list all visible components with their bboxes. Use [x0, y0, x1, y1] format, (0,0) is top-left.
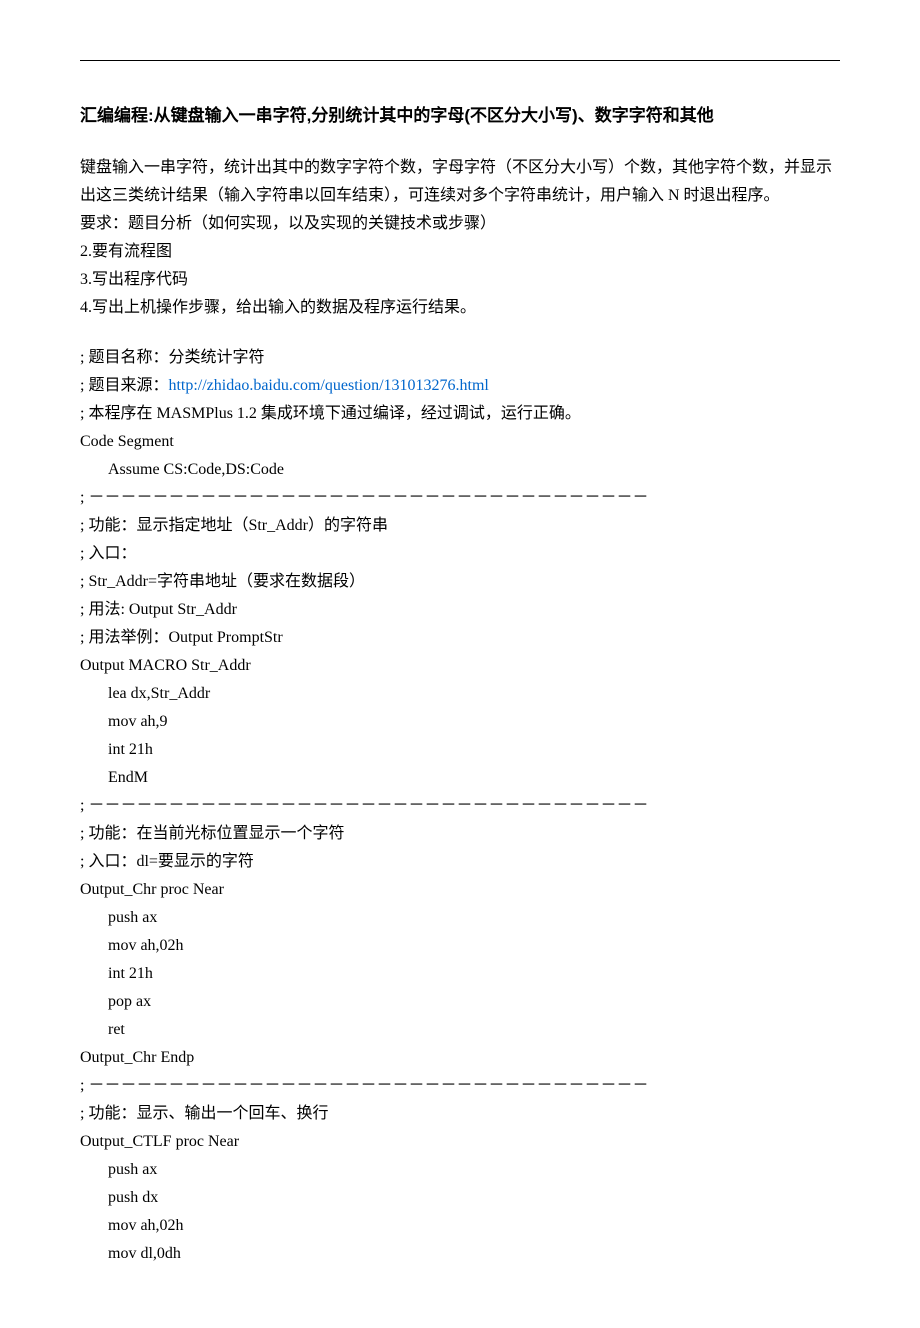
intro-r3: 3.写出程序代码	[80, 266, 840, 294]
intro-r2: 2.要有流程图	[80, 238, 840, 266]
intro-p1: 键盘输入一串字符，统计出其中的数字字符个数，字母字符（不区分大小写）个数，其他字…	[80, 154, 840, 210]
code-line: int 21h	[80, 960, 840, 988]
code-line: ; －－－－－－－－－－－－－－－－－－－－－－－－－－－－－－－－－－－	[80, 1072, 840, 1100]
code-line: push ax	[80, 1156, 840, 1184]
code-line: ; 本程序在 MASMPlus 1.2 集成环境下通过编译，经过调试，运行正确。	[80, 400, 840, 428]
source-link[interactable]: http://zhidao.baidu.com/question/1310132…	[168, 377, 488, 394]
code-line: mov dl,0dh	[80, 1240, 840, 1268]
code-line: ; －－－－－－－－－－－－－－－－－－－－－－－－－－－－－－－－－－－	[80, 792, 840, 820]
code-line: ; 入口：dl=要显示的字符	[80, 848, 840, 876]
code-line: ; 题目来源：http://zhidao.baidu.com/question/…	[80, 372, 840, 400]
code-line: mov ah,02h	[80, 1212, 840, 1240]
code-line: lea dx,Str_Addr	[80, 680, 840, 708]
code-line: ; －－－－－－－－－－－－－－－－－－－－－－－－－－－－－－－－－－－	[80, 484, 840, 512]
code-line: Output_CTLF proc Near	[80, 1128, 840, 1156]
code-line: push dx	[80, 1184, 840, 1212]
code-line: mov ah,02h	[80, 932, 840, 960]
code-line: EndM	[80, 764, 840, 792]
code-line: ; 用法: Output Str_Addr	[80, 596, 840, 624]
code-line: ; 功能：显示指定地址（Str_Addr）的字符串	[80, 512, 840, 540]
code-line: int 21h	[80, 736, 840, 764]
code-line: mov ah,9	[80, 708, 840, 736]
code-line: ; 用法举例：Output PromptStr	[80, 624, 840, 652]
header-rule	[80, 60, 840, 61]
intro-r4: 4.写出上机操作步骤，给出输入的数据及程序运行结果。	[80, 294, 840, 322]
code-line: push ax	[80, 904, 840, 932]
intro-paragraph: 键盘输入一串字符，统计出其中的数字字符个数，字母字符（不区分大小写）个数，其他字…	[80, 154, 840, 322]
code-line: Assume CS:Code,DS:Code	[80, 456, 840, 484]
code-line: ret	[80, 1016, 840, 1044]
code-line: ; 题目名称：分类统计字符	[80, 344, 840, 372]
code-line: ; 功能：在当前光标位置显示一个字符	[80, 820, 840, 848]
code-text: ; 题目来源：	[80, 377, 168, 394]
code-line: Output MACRO Str_Addr	[80, 652, 840, 680]
document-title: 汇编编程:从键盘输入一串字符,分别统计其中的字母(不区分大小写)、数字字符和其他	[80, 101, 840, 132]
code-line: ; Str_Addr=字符串地址（要求在数据段）	[80, 568, 840, 596]
code-line: Code Segment	[80, 428, 840, 456]
document-page: 汇编编程:从键盘输入一串字符,分别统计其中的字母(不区分大小写)、数字字符和其他…	[0, 0, 920, 1328]
code-line: pop ax	[80, 988, 840, 1016]
code-line: Output_Chr Endp	[80, 1044, 840, 1072]
code-line: ; 入口：	[80, 540, 840, 568]
code-listing: ; 题目名称：分类统计字符 ; 题目来源：http://zhidao.baidu…	[80, 344, 840, 1268]
code-line: Output_Chr proc Near	[80, 876, 840, 904]
code-line: ; 功能：显示、输出一个回车、换行	[80, 1100, 840, 1128]
intro-req: 要求：题目分析（如何实现，以及实现的关键技术或步骤）	[80, 210, 840, 238]
